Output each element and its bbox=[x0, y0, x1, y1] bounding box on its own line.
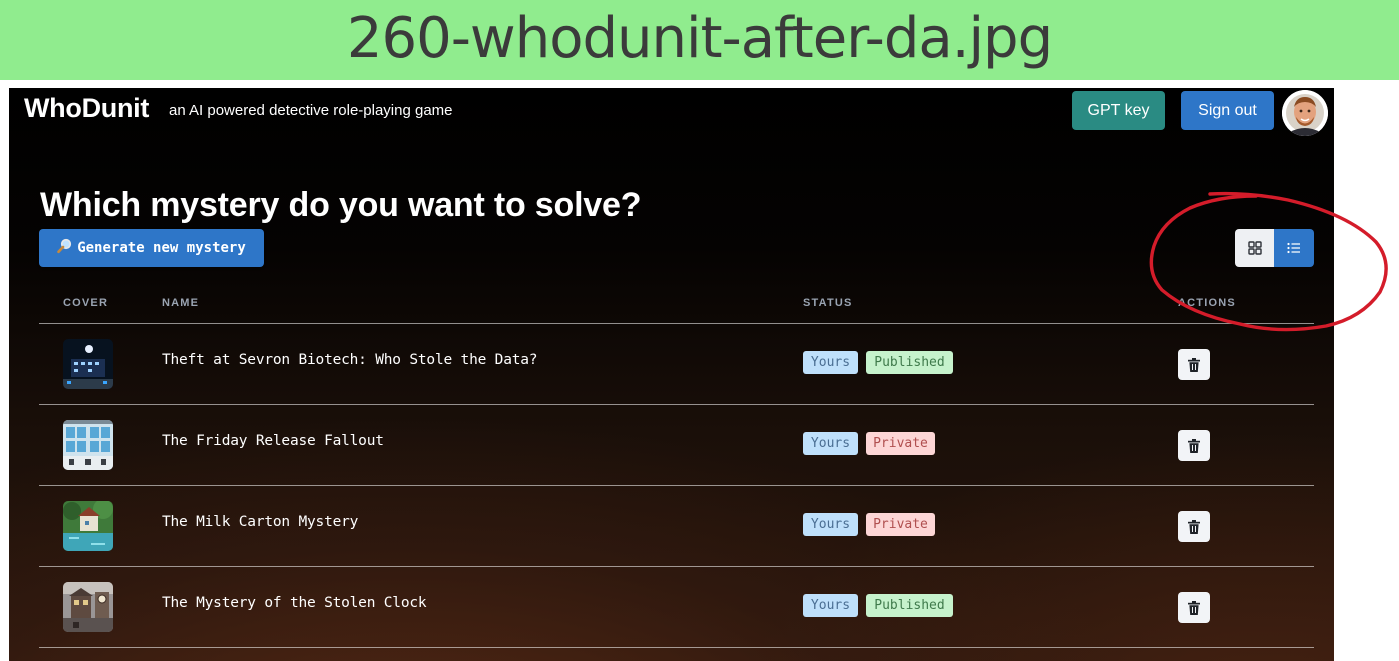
column-header-cover: COVER bbox=[63, 297, 109, 309]
owner-badge: Yours bbox=[803, 351, 858, 374]
mystery-name[interactable]: The Milk Carton Mystery bbox=[162, 514, 358, 530]
list-view-button[interactable] bbox=[1274, 229, 1314, 267]
table-row[interactable]: Theft at Sevron Biotech: Who Stole the D… bbox=[39, 323, 1314, 405]
status-badge: Published bbox=[866, 351, 953, 374]
cover-image bbox=[63, 501, 113, 551]
grid-icon bbox=[1247, 241, 1262, 255]
column-header-status: STATUS bbox=[803, 297, 853, 309]
page-title: Which mystery do you want to solve? bbox=[40, 186, 642, 224]
mystery-name[interactable]: The Friday Release Fallout bbox=[162, 433, 384, 449]
status-badge: Private bbox=[866, 432, 935, 455]
delete-button[interactable] bbox=[1178, 349, 1210, 380]
trash-icon bbox=[1188, 357, 1200, 372]
delete-button[interactable] bbox=[1178, 592, 1210, 623]
status-badge: Private bbox=[866, 513, 935, 536]
sign-out-button[interactable]: Sign out bbox=[1181, 91, 1274, 130]
cover-image bbox=[63, 582, 113, 632]
mystery-name[interactable]: The Mystery of the Stolen Clock bbox=[162, 595, 427, 611]
brand-logo[interactable]: WhoDunit bbox=[24, 93, 149, 124]
trash-icon bbox=[1188, 600, 1200, 615]
trash-icon bbox=[1188, 438, 1200, 453]
generate-mystery-button[interactable]: Generate new mystery bbox=[39, 229, 264, 267]
delete-button[interactable] bbox=[1178, 430, 1210, 461]
table-row-divider bbox=[39, 647, 1314, 661]
owner-badge: Yours bbox=[803, 594, 858, 617]
trash-icon bbox=[1188, 519, 1200, 534]
filename-text: 260-whodunit-after-da.jpg bbox=[346, 5, 1053, 71]
view-toggle bbox=[1235, 229, 1314, 267]
column-header-name: NAME bbox=[162, 297, 200, 309]
owner-badge: Yours bbox=[803, 432, 858, 455]
grid-view-button[interactable] bbox=[1235, 229, 1274, 267]
app-window: WhoDunit an AI powered detective role-pl… bbox=[9, 88, 1334, 661]
list-icon bbox=[1287, 242, 1300, 254]
owner-badge: Yours bbox=[803, 513, 858, 536]
cover-image bbox=[63, 339, 113, 389]
delete-button[interactable] bbox=[1178, 511, 1210, 542]
table-row[interactable]: The Mystery of the Stolen Clock Yours Pu… bbox=[39, 566, 1314, 648]
tagline: an AI powered detective role-playing gam… bbox=[169, 102, 453, 119]
mystery-name[interactable]: Theft at Sevron Biotech: Who Stole the D… bbox=[162, 352, 538, 368]
column-header-actions: ACTIONS bbox=[1178, 297, 1236, 309]
generate-mystery-label: Generate new mystery bbox=[77, 240, 246, 256]
table-row[interactable]: The Friday Release Fallout Yours Private bbox=[39, 404, 1314, 486]
status-badge: Published bbox=[866, 594, 953, 617]
avatar[interactable] bbox=[1282, 90, 1328, 136]
magnifier-icon bbox=[57, 238, 73, 258]
filename-banner: 260-whodunit-after-da.jpg bbox=[0, 0, 1399, 80]
table-row[interactable]: The Milk Carton Mystery Yours Private bbox=[39, 485, 1314, 567]
top-bar: WhoDunit an AI powered detective role-pl… bbox=[9, 88, 1334, 136]
cover-image bbox=[63, 420, 113, 470]
gpt-key-button[interactable]: GPT key bbox=[1072, 91, 1165, 130]
